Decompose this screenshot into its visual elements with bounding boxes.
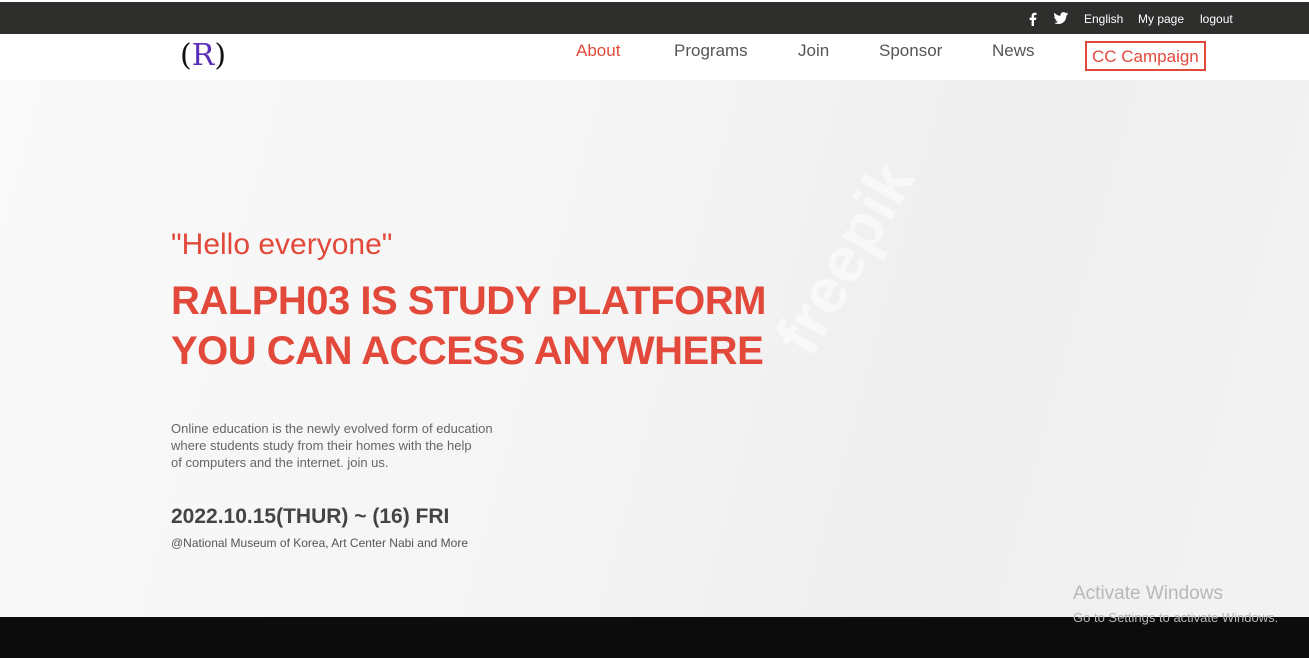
hero-greeting: "Hello everyone"	[171, 228, 393, 261]
activation-subtitle: Go to Settings to activate Windows.	[1073, 610, 1279, 625]
nav-news[interactable]: News	[992, 41, 1035, 61]
logo-letter: R	[191, 38, 215, 73]
event-venue: @National Museum of Korea, Art Center Na…	[171, 536, 468, 550]
hero-banner: freepik "Hello everyone" RALPH03 IS STUD…	[0, 80, 1309, 617]
logout-link[interactable]: logout	[1200, 12, 1233, 26]
main-navigation: (R) About Programs Join Sponsor News CC …	[0, 34, 1309, 80]
language-link[interactable]: English	[1084, 12, 1123, 26]
cc-campaign-button[interactable]: CC Campaign	[1085, 41, 1206, 71]
nav-join[interactable]: Join	[798, 41, 829, 61]
description-line-3: of computers and the internet. join us.	[171, 455, 389, 470]
nav-about[interactable]: About	[576, 41, 620, 61]
facebook-icon[interactable]	[1028, 12, 1038, 26]
site-logo[interactable]: (R)	[180, 37, 226, 77]
my-page-link[interactable]: My page	[1138, 12, 1184, 26]
headline-line-2: YOU CAN ACCESS ANYWHERE	[171, 329, 764, 373]
logo-paren-open: (	[180, 38, 192, 73]
logo-paren-close: )	[214, 38, 227, 73]
twitter-icon[interactable]	[1054, 12, 1068, 26]
hero-description: Online education is the newly evolved fo…	[171, 420, 531, 471]
windows-activation-watermark: Activate Windows Go to Settings to activ…	[1073, 583, 1278, 625]
event-date: 2022.10.15(THUR) ~ (16) FRI	[171, 505, 450, 528]
top-utility-bar: English My page logout	[0, 2, 1309, 34]
nav-programs[interactable]: Programs	[674, 41, 748, 61]
activation-title: Activate Windows	[1073, 583, 1223, 604]
description-line-2: where students study from their homes wi…	[171, 438, 472, 453]
description-line-1: Online education is the newly evolved fo…	[171, 421, 493, 436]
nav-sponsor[interactable]: Sponsor	[879, 41, 942, 61]
headline-line-1: RALPH03 IS STUDY PLATFORM	[171, 279, 766, 323]
hero-headline: RALPH03 IS STUDY PLATFORM YOU CAN ACCESS…	[171, 276, 811, 376]
